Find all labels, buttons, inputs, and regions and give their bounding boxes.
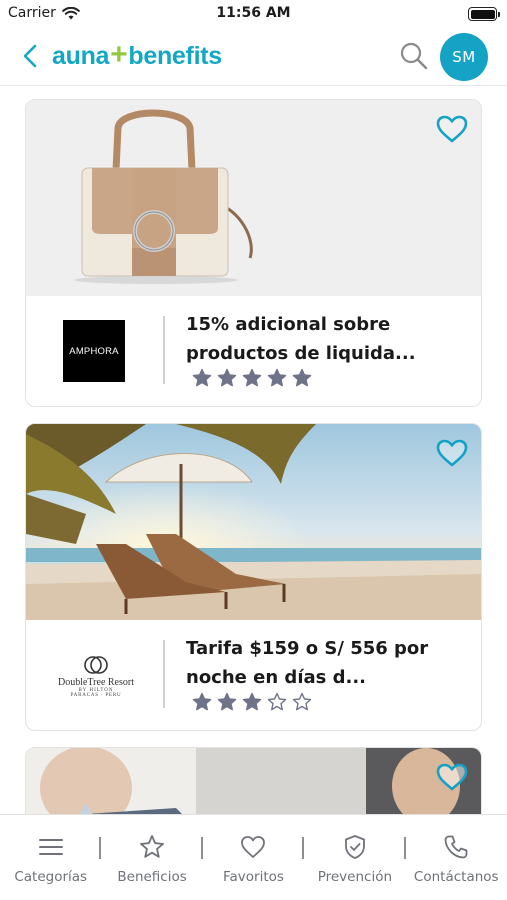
star-filled-icon [267,368,287,387]
star-empty-icon [267,692,287,711]
benefits-feed[interactable]: AMPHORA 15% adicional sobre productos de… [0,86,507,814]
tab-categorias[interactable]: Categorías [0,815,102,900]
card-image-people [26,748,481,814]
brand-logo-doubletree: DoubleTree Resort BY HILTON PARACAS · PE… [48,646,144,706]
handbag-illustration [74,109,253,284]
benefit-card[interactable]: AMPHORA 15% adicional sobre productos de… [25,99,482,407]
brand-name: DoubleTree Resort [57,676,134,688]
star-filled-icon [292,368,312,387]
star-filled-icon [217,368,237,387]
card-body: DoubleTree Resort BY HILTON PARACAS · PE… [26,620,481,730]
logo-text-auna: auna [52,41,110,70]
star-filled-icon [242,692,262,711]
tab-label: Categorías [14,869,88,885]
favorite-heart-icon[interactable] [435,762,469,792]
status-bar: Carrier 11:56 AM [0,0,507,28]
tab-contactanos[interactable]: Contáctanos [406,815,507,900]
beach-resort-image [26,424,481,620]
brand-logo-amphora: AMPHORA [63,320,125,382]
star-rating [192,368,312,388]
phone-icon [444,835,468,859]
favorite-heart-icon[interactable] [435,438,469,468]
tab-favoritos[interactable]: Favoritos [203,815,305,900]
tab-prevencion[interactable]: Prevención [304,815,406,900]
star-filled-icon [217,692,237,711]
search-icon[interactable] [398,40,430,72]
brand-name: AMPHORA [69,345,119,357]
tab-label: Favoritos [223,869,284,885]
favorite-heart-icon[interactable] [435,114,469,144]
logo-text-benefits: benefits [128,41,222,70]
star-icon [140,835,164,858]
card-title: Tarifa $159 o S/ 556 por noche en días d… [186,638,429,688]
star-filled-icon [192,692,212,711]
people-illustration [26,748,481,814]
card-body: AMPHORA 15% adicional sobre productos de… [26,296,481,406]
doubletree-emblem-icon [84,655,108,674]
star-empty-icon [292,692,312,711]
tab-label: Contáctanos [413,869,499,885]
vertical-divider [163,640,165,708]
menu-icon [38,839,63,855]
logo-plus: + [110,38,128,71]
shield-check-icon [344,835,365,859]
bottom-tab-bar: Categorías Beneficios Favoritos Prevenci… [0,814,507,900]
card-title: 15% adicional sobre productos de liquida… [186,314,416,364]
star-rating [192,692,312,712]
heart-icon [241,836,266,858]
star-filled-icon [192,368,212,387]
brand-location: PARACAS · PERU [70,692,122,698]
back-button[interactable] [18,42,44,70]
tab-beneficios[interactable]: Beneficios [101,815,203,900]
user-avatar[interactable]: SM [440,33,488,81]
tab-label: Prevención [317,869,393,885]
benefit-card[interactable] [25,747,482,814]
vertical-divider [163,316,165,384]
auna-benefits-logo[interactable]: auna + benefits [52,38,222,74]
star-filled-icon [242,368,262,387]
app-header: auna + benefits SM [0,28,507,86]
product-image-handbag [26,100,481,296]
tab-label: Beneficios [117,869,187,885]
status-time: 11:56 AM [216,5,291,21]
benefit-card[interactable]: DoubleTree Resort BY HILTON PARACAS · PE… [25,423,482,731]
beach-illustration [26,424,481,620]
battery-icon [468,7,500,21]
